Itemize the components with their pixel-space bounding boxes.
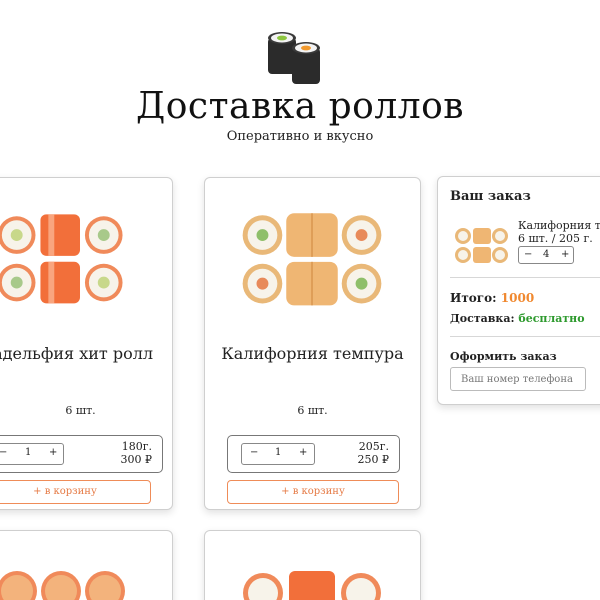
decrement-button[interactable]: − [524, 249, 532, 260]
product-photo [0, 214, 123, 304]
site-header: Доставка роллов Оперативно и вкусно [0, 0, 600, 160]
delivery-value: бесплатно [518, 312, 585, 325]
product-card [204, 530, 421, 600]
product-price: 300 ₽ [120, 453, 153, 466]
product-weight-price: 180г. 300 ₽ [121, 440, 153, 466]
product-order-box: − 1 + 205г. 250 ₽ [227, 435, 400, 473]
order-panel: Ваш заказ Калифорния темпура 6 шт. / 205… [437, 176, 600, 405]
order-item-photo [455, 228, 508, 263]
product-photo [242, 213, 382, 306]
order-quantity-stepper: − 4 + [518, 246, 574, 264]
quantity-stepper: − 1 + [241, 443, 315, 465]
phone-input[interactable] [450, 367, 586, 391]
product-name: Филадельфия хит ролл [0, 344, 154, 363]
increment-button[interactable]: + [561, 249, 569, 260]
product-name: Калифорния темпура [221, 344, 404, 363]
product-weight: 180г. [121, 440, 152, 453]
decrement-button[interactable]: − [250, 447, 258, 458]
order-title: Ваш заказ [450, 189, 531, 204]
page-subtitle: Оперативно и вкусно [226, 129, 374, 144]
divider [450, 336, 600, 337]
divider [450, 277, 600, 278]
product-weight-price: 205г. 250 ₽ [358, 440, 390, 466]
product-photo [0, 571, 125, 600]
product-count: 6 шт. [297, 404, 328, 417]
product-card [0, 530, 173, 600]
product-count: 6 шт. [65, 404, 96, 417]
order-item-meta: 6 шт. / 205 г. [518, 232, 593, 245]
product-card: Калифорния темпура 6 шт. − 1 + 205г. 250… [204, 177, 421, 510]
total-value: 1000 [500, 291, 535, 305]
quantity-value: 1 [275, 447, 282, 458]
order-item-name: Калифорния темпура [518, 219, 600, 232]
add-to-cart-button[interactable]: + в корзину [0, 480, 151, 504]
quantity-value: 1 [25, 447, 32, 458]
checkout-title: Оформить заказ [450, 350, 557, 363]
quantity-stepper: − 1 + [0, 443, 64, 465]
delivery-label: Доставка: [450, 312, 515, 325]
product-card: Филадельфия хит ролл 6 шт. − 1 + 180г. 3… [0, 177, 173, 510]
delivery-info: Доставка: бесплатно [450, 312, 585, 325]
product-price: 250 ₽ [357, 453, 390, 466]
product-order-box: − 1 + 180г. 300 ₽ [0, 435, 163, 473]
sushi-logo-icon [268, 32, 320, 84]
decrement-button[interactable]: − [0, 447, 7, 458]
product-weight: 205г. [358, 440, 389, 453]
page-title: Доставка роллов [135, 86, 465, 127]
increment-button[interactable]: + [49, 447, 57, 458]
total-label: Итого: [450, 291, 497, 305]
order-total: Итого: 1000 [450, 291, 534, 305]
product-photo [243, 571, 381, 600]
increment-button[interactable]: + [299, 447, 307, 458]
add-to-cart-button[interactable]: + в корзину [227, 480, 399, 504]
quantity-value: 4 [543, 249, 550, 260]
